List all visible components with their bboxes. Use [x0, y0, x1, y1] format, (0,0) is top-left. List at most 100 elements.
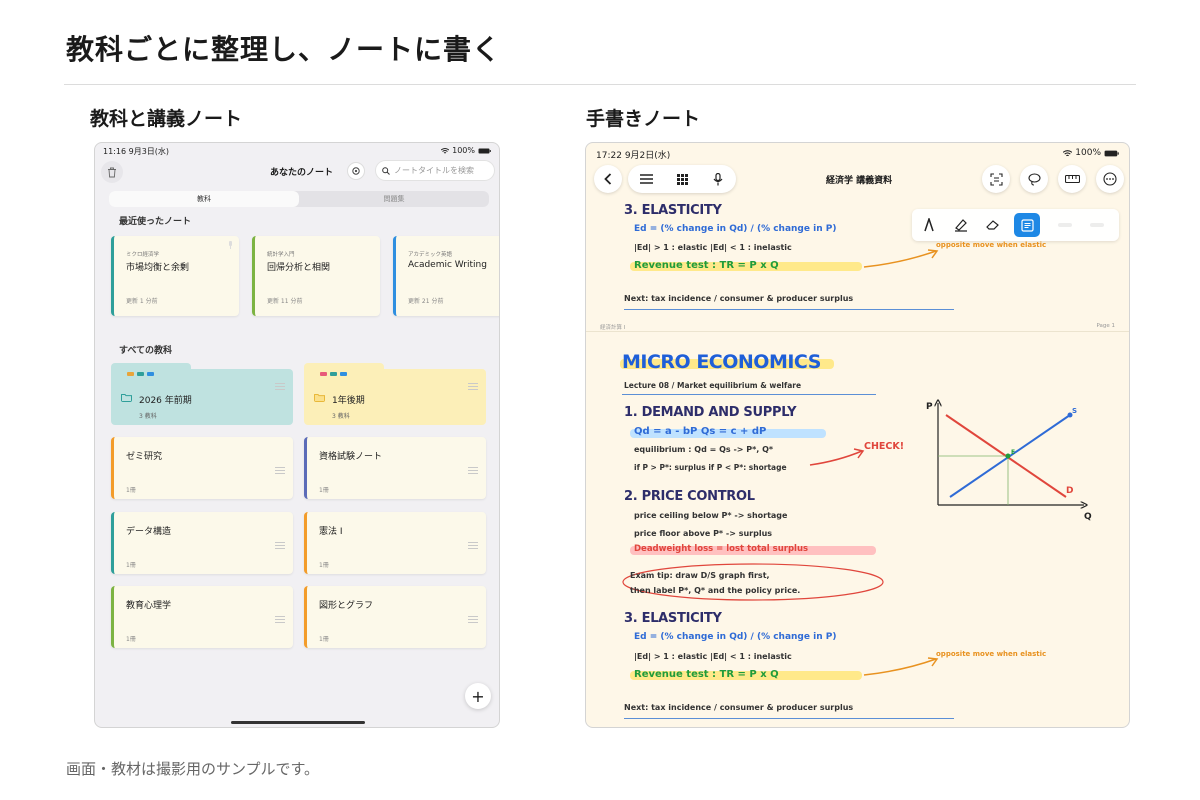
scan-icon — [989, 172, 1003, 186]
p-axis-label: P — [926, 402, 933, 412]
trash-button[interactable] — [101, 161, 123, 183]
more-button[interactable] — [1096, 165, 1124, 193]
subject-card[interactable]: 図形とグラフ 1冊 — [304, 586, 486, 648]
q-axis-label: Q — [1084, 512, 1092, 521]
menu-lines-icon[interactable] — [468, 383, 478, 392]
library-screen: 11:16 9月3日(水) 100% あなたのノート ノートタイトルを検索 教科… — [94, 142, 500, 728]
handwritten-heading: 3. ELASTICITY — [624, 203, 722, 218]
handwritten-heading: 3. ELASTICITY — [624, 611, 722, 626]
add-button[interactable]: + — [465, 683, 491, 709]
arrow-icon — [863, 249, 939, 268]
search-icon — [382, 166, 390, 175]
grid-button[interactable] — [668, 165, 696, 193]
handwritten-line: Next: tax incidence / consumer & produce… — [624, 294, 854, 303]
arrow-icon — [809, 448, 865, 466]
ruler-button[interactable] — [1058, 165, 1086, 193]
eraser-tool[interactable] — [982, 214, 1004, 236]
subject-card[interactable]: データ構造 1冊 — [111, 512, 293, 574]
recent-note-card[interactable]: ミクロ経済学 市場均衡と余剰 更新 1 分前 — [111, 236, 239, 316]
folder-color-dots — [320, 372, 347, 376]
gear-icon — [352, 167, 360, 175]
page-label-left: 経済計算 I — [600, 325, 626, 331]
grid-icon — [676, 173, 688, 185]
segment-control: 教科 問題集 — [109, 191, 489, 207]
title-divider — [64, 84, 1136, 85]
equilibrium-point — [1005, 453, 1011, 459]
subject-card[interactable]: 教育心理学 1冊 — [111, 586, 293, 648]
scan-button[interactable] — [982, 165, 1010, 193]
menu-icon — [639, 174, 653, 184]
settings-button[interactable] — [347, 162, 365, 180]
handwritten-tip: Exam tip: draw D/S graph first, — [630, 571, 770, 580]
recent-note-updated: 更新 21 分前 — [408, 298, 444, 305]
menu-lines-icon[interactable] — [275, 616, 285, 625]
pen-swatch[interactable] — [1054, 214, 1076, 236]
subject-count: 1冊 — [319, 487, 329, 494]
recent-note-name: 市場均衡と余剰 — [126, 263, 190, 273]
search-input[interactable]: ノートタイトルを検索 — [375, 160, 495, 181]
ruler-icon — [1064, 175, 1080, 183]
recent-note-updated: 更新 1 分前 — [126, 298, 158, 305]
search-placeholder: ノートタイトルを検索 — [394, 166, 474, 175]
status-right: 100% — [1063, 148, 1119, 158]
text-tool[interactable] — [1014, 213, 1040, 237]
pen-tool[interactable] — [918, 214, 940, 236]
subject-name: 資格試験ノート — [319, 452, 383, 462]
pen-swatch[interactable] — [1086, 214, 1108, 236]
status-time: 17:22 9月2日(水) — [596, 151, 671, 161]
menu-button[interactable] — [632, 165, 660, 193]
recent-note-card[interactable]: アカデミック英語 Academic Writing 更新 21 分前 — [393, 236, 499, 316]
handwritten-line: equilibrium : Qd = Qs -> P*, Q* — [634, 445, 774, 454]
underline — [624, 718, 954, 719]
handwritten-line: Qd = a - bP Qs = c + dP — [634, 426, 767, 437]
back-button[interactable] — [594, 165, 622, 193]
pin-icon — [229, 241, 232, 249]
chevron-left-icon — [604, 173, 612, 185]
menu-lines-icon[interactable] — [275, 542, 285, 551]
menu-lines-icon[interactable] — [275, 383, 285, 392]
handwritten-title: MICRO ECONOMICS — [622, 351, 821, 373]
handwritten-line: Revenue test : TR = P x Q — [634, 260, 779, 271]
note-title: 経済学 講義資料 — [826, 176, 893, 186]
handwritten-subtitle: Lecture 08 / Market equilibrium & welfar… — [624, 381, 802, 390]
tab-subjects[interactable]: 教科 — [109, 191, 299, 207]
folder-count: 3 教科 — [139, 413, 157, 420]
menu-lines-icon[interactable] — [468, 542, 478, 551]
subject-card[interactable]: 憲法 I 1冊 — [304, 512, 486, 574]
subject-name: 図形とグラフ — [319, 601, 374, 611]
folder-card[interactable]: 2026 年前期 3 教科 — [111, 363, 293, 425]
subject-count: 1冊 — [319, 562, 329, 569]
menu-lines-icon[interactable] — [468, 616, 478, 625]
menu-lines-icon[interactable] — [275, 467, 285, 476]
mic-button[interactable] — [704, 165, 732, 193]
right-section-title: 手書きノート — [586, 108, 701, 130]
lasso-button[interactable] — [1020, 165, 1048, 193]
recent-note-subject: 統計学入門 — [267, 252, 295, 258]
supply-label: S — [1072, 407, 1077, 415]
battery-icon — [478, 148, 491, 153]
marker-icon — [955, 219, 967, 232]
page-title: 教科ごとに整理し、ノートに書く — [66, 33, 502, 66]
handwritten-tip: then label P*, Q* and the policy price. — [630, 586, 801, 595]
subject-card[interactable]: 資格試験ノート 1冊 — [304, 437, 486, 499]
subject-name: ゼミ研究 — [126, 452, 163, 462]
footnote: 画面・教材は撮影用のサンプルです。 — [66, 760, 320, 778]
recent-note-card[interactable]: 統計学入門 回帰分析と相関 更新 11 分前 — [252, 236, 380, 316]
marker-tool[interactable] — [950, 214, 972, 236]
eraser-icon — [986, 220, 999, 230]
handwritten-heading: 1. DEMAND AND SUPPLY — [624, 405, 797, 420]
subject-count: 1冊 — [126, 562, 136, 569]
demand-label: D — [1066, 486, 1073, 496]
handwritten-line: |Ed| > 1 : elastic |Ed| < 1 : inelastic — [634, 243, 792, 252]
fountain-pen-icon — [924, 218, 934, 232]
folder-card[interactable]: 1年後期 3 教科 — [304, 363, 486, 425]
circle-annotation — [622, 563, 884, 601]
underline — [624, 309, 954, 310]
menu-lines-icon[interactable] — [468, 467, 478, 476]
subject-card[interactable]: ゼミ研究 1冊 — [111, 437, 293, 499]
tab-workbooks[interactable]: 問題集 — [299, 191, 489, 207]
subject-name: 憲法 I — [319, 527, 343, 537]
recent-note-name: Academic Writing — [408, 260, 487, 270]
subject-count: 1冊 — [319, 636, 329, 643]
handwritten-check: CHECK! — [864, 441, 905, 452]
